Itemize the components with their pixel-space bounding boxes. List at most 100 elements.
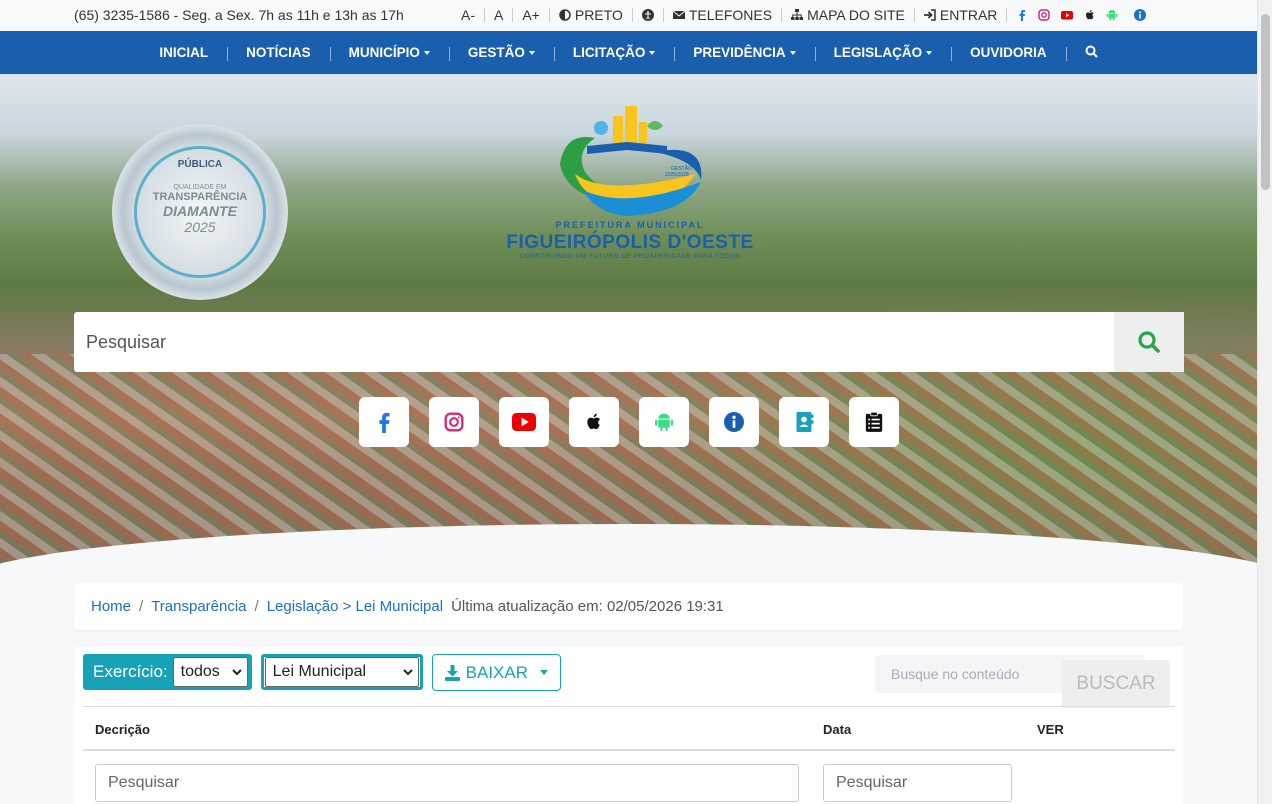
download-icon	[444, 664, 460, 681]
font-normal-label: A	[494, 7, 504, 23]
seal-year: 2025	[184, 219, 216, 235]
type-select[interactable]: Lei Municipal	[264, 657, 419, 687]
description-filter-input[interactable]: Pesquisar	[95, 764, 799, 802]
android-icon[interactable]	[1106, 9, 1118, 21]
chevron-down-icon	[231, 668, 242, 675]
youtube-icon	[512, 413, 536, 431]
contact-phone-hours: (65) 3235-1586 - Seg. a Sex. 7h as 11h e…	[74, 7, 404, 23]
type-filter: Lei Municipal	[260, 654, 423, 690]
info-icon[interactable]	[1134, 9, 1147, 21]
caret-down-icon	[423, 51, 430, 55]
contacts-button[interactable]	[779, 397, 829, 447]
col-view[interactable]: VER	[1037, 722, 1064, 737]
nav-item-inicial[interactable]: INICIAL	[140, 45, 227, 60]
caret-down-icon	[649, 51, 656, 55]
exercise-value: todos	[180, 663, 220, 680]
scrollbar-thumb[interactable]	[1261, 14, 1270, 190]
youtube-icon[interactable]	[1060, 9, 1074, 21]
search-icon	[1085, 45, 1098, 58]
nav-item-previdencia[interactable]: PREVIDÊNCIA	[674, 45, 814, 61]
seal-line1: QUALIDADE EM	[173, 184, 227, 191]
social-buttons	[359, 397, 899, 447]
breadcrumb-separator: /	[254, 598, 259, 615]
hero-search-button[interactable]	[1114, 312, 1184, 372]
nav-item-legislacao[interactable]: LEGISLAÇÃO	[814, 45, 952, 61]
page-scrollbar[interactable]	[1257, 0, 1272, 804]
top-bar: (65) 3235-1586 - Seg. a Sex. 7h as 11h e…	[0, 0, 1257, 30]
caret-down-icon	[789, 51, 796, 55]
chevron-down-icon	[402, 668, 413, 675]
nav-item-licitacao[interactable]: LICITAÇÃO	[553, 45, 675, 61]
breadcrumb-current[interactable]: Legislação > Lei Municipal	[267, 598, 443, 615]
phones-link[interactable]: TELEFONES	[664, 0, 781, 30]
contrast-icon	[559, 9, 571, 21]
sitemap-label: MAPA DO SITE	[807, 7, 905, 23]
nav-label: OUVIDORIA	[970, 45, 1047, 60]
address-book-icon	[796, 412, 814, 432]
accessibility-button[interactable]	[633, 0, 663, 30]
clipboard-button[interactable]	[849, 397, 899, 447]
contrast-button[interactable]: PRETO	[550, 0, 632, 30]
sign-in-icon	[923, 9, 936, 21]
sitemap-icon	[791, 9, 804, 20]
nav-label: LICITAÇÃO	[572, 45, 646, 60]
main-nav: INICIAL NOTÍCIAS MUNICÍPIO GESTÃO LICITA…	[0, 31, 1257, 74]
col-date[interactable]: Data	[823, 722, 851, 737]
logo-slogan: CONSTRUINDO UM FUTURO DE PROSPERIDADE PA…	[519, 253, 741, 260]
facebook-button[interactable]	[359, 397, 409, 447]
breadcrumb-home[interactable]: Home	[91, 598, 131, 615]
last-updated: Última atualização em: 02/05/2026 19:31	[451, 598, 724, 615]
nav-search-button[interactable]	[1065, 45, 1117, 61]
nav-item-noticias[interactable]: NOTÍCIAS	[227, 45, 330, 61]
col-description[interactable]: Decrição	[95, 722, 150, 737]
logo-emblem: GESTÃO 2025/2028	[560, 106, 702, 216]
youtube-button[interactable]	[499, 397, 549, 447]
clipboard-list-icon	[865, 411, 883, 432]
apple-button[interactable]	[569, 397, 619, 447]
nav-label: MUNICÍPIO	[348, 45, 420, 60]
accessibility-icon	[641, 9, 654, 21]
info-button[interactable]	[709, 397, 759, 447]
caret-down-icon	[926, 51, 933, 55]
download-button[interactable]: BAIXAR	[431, 654, 561, 691]
login-link[interactable]: ENTRAR	[915, 0, 1007, 30]
exercise-select[interactable]: todos	[172, 657, 248, 687]
font-increase-button[interactable]: A+	[513, 0, 549, 30]
download-label: BAIXAR	[465, 662, 528, 682]
envelope-icon	[672, 10, 685, 19]
logo-name: FIGUEIRÓPOLIS D'OESTE	[506, 232, 754, 253]
seal-line3: DIAMANTE	[163, 203, 237, 219]
font-normal-button[interactable]: A	[485, 0, 512, 30]
exercise-filter: Exercício: todos	[83, 654, 252, 690]
logo-org: PREFEITURA MUNICIPAL	[555, 220, 705, 230]
content-search-button[interactable]: BUSCAR	[1062, 660, 1170, 708]
logo-badge: GESTÃO	[671, 165, 692, 172]
info-icon	[724, 412, 744, 432]
contrast-label: PRETO	[574, 7, 623, 23]
instagram-icon[interactable]	[1038, 9, 1051, 21]
legislation-panel: Exercício: todos Lei Municipal BAIXAR Bu…	[74, 647, 1183, 804]
nav-item-ouvidoria[interactable]: OUVIDORIA	[951, 45, 1066, 61]
search-icon	[1138, 331, 1160, 353]
android-button[interactable]	[639, 397, 689, 447]
municipality-logo[interactable]: GESTÃO 2025/2028 PREFEITURA MUNICIPAL FI…	[505, 102, 755, 267]
hero-search-input[interactable]: Pesquisar	[74, 312, 1114, 372]
login-label: ENTRAR	[939, 7, 998, 23]
font-decrease-label: A-	[461, 7, 475, 23]
nav-item-gestao[interactable]: GESTÃO	[448, 45, 554, 61]
transparency-seal[interactable]: PÚBLICA QUALIDADE EM TRANSPARÊNCIA DIAMA…	[112, 124, 288, 300]
nav-label: NOTÍCIAS	[246, 45, 311, 60]
caret-down-icon	[528, 51, 535, 55]
apple-icon[interactable]	[1084, 9, 1096, 21]
instagram-button[interactable]	[429, 397, 479, 447]
nav-item-municipio[interactable]: MUNICÍPIO	[329, 45, 449, 61]
date-filter-input[interactable]: Pesquisar	[823, 764, 1012, 802]
breadcrumb: Home / Transparência / Legislação > Lei …	[74, 583, 1183, 630]
nav-label: PREVIDÊNCIA	[693, 45, 786, 60]
facebook-icon[interactable]	[1016, 9, 1028, 21]
sitemap-link[interactable]: MAPA DO SITE	[782, 0, 914, 30]
font-decrease-button[interactable]: A-	[452, 0, 484, 30]
breadcrumb-transparency[interactable]: Transparência	[151, 598, 246, 615]
filters-row: Exercício: todos Lei Municipal BAIXAR	[83, 654, 561, 691]
breadcrumb-separator: /	[139, 598, 144, 615]
